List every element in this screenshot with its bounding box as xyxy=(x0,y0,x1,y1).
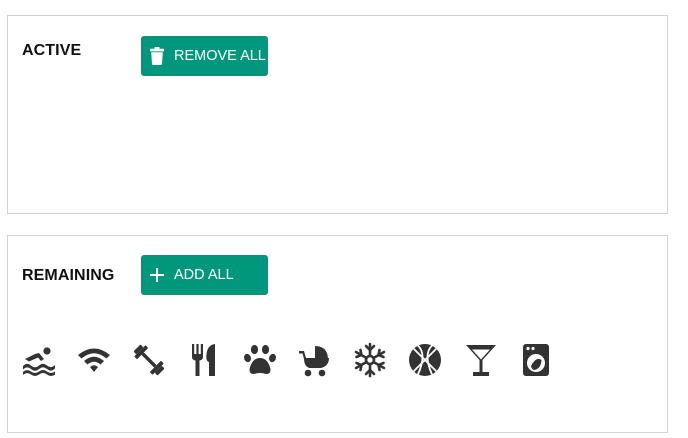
remaining-panel: REMAINING ADD ALL xyxy=(7,235,668,433)
cocktail-icon[interactable] xyxy=(462,340,500,380)
remove-all-label: REMOVE ALL xyxy=(174,48,266,64)
active-title: ACTIVE xyxy=(22,42,82,59)
remove-all-button[interactable]: REMOVE ALL xyxy=(141,36,268,76)
stroller-icon[interactable] xyxy=(296,340,334,380)
wifi-icon[interactable] xyxy=(75,340,113,380)
washing-machine-icon[interactable] xyxy=(517,340,555,380)
plus-icon xyxy=(148,266,166,284)
dumbbell-icon[interactable] xyxy=(130,340,168,380)
add-all-label: ADD ALL xyxy=(174,267,234,283)
add-all-button[interactable]: ADD ALL xyxy=(141,255,268,295)
paw-icon[interactable] xyxy=(241,340,279,380)
snowflake-icon[interactable] xyxy=(351,340,389,380)
restaurant-icon[interactable] xyxy=(186,340,224,380)
remaining-title: REMAINING xyxy=(22,267,115,284)
trash-icon xyxy=(148,47,166,65)
active-panel: ACTIVE REMOVE ALL xyxy=(7,15,668,214)
swimming-icon[interactable] xyxy=(20,340,58,380)
basketball-icon[interactable] xyxy=(406,340,444,380)
